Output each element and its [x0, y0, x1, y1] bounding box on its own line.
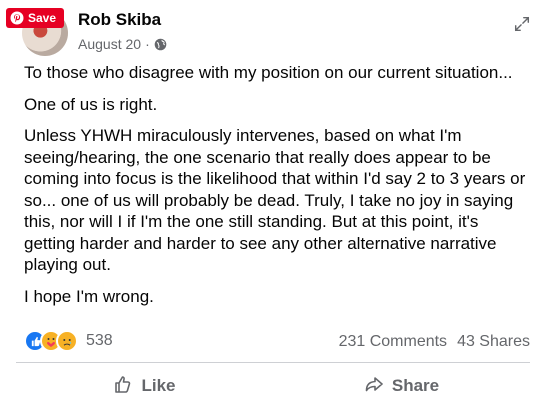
expand-icon[interactable] [512, 14, 532, 34]
like-button[interactable]: Like [16, 366, 273, 406]
sad-icon [56, 330, 78, 352]
post-paragraph: I hope I'm wrong. [24, 286, 154, 306]
post-paragraph: To those who disagree with my position o… [24, 63, 513, 82]
post-stats: 231 Comments 43 Shares [339, 333, 530, 351]
reactions-summary[interactable]: 538 [24, 330, 113, 352]
comments-count-link[interactable]: 231 Comments [339, 333, 448, 351]
post-paragraph: One of us is right. [24, 94, 158, 114]
thumbs-up-icon [113, 374, 133, 399]
pinterest-save-button[interactable]: Save [6, 8, 65, 28]
post-meta: August 20 · [78, 36, 167, 52]
meta-separator: · [145, 36, 150, 52]
divider [16, 362, 530, 363]
save-label: Save [28, 11, 57, 25]
author-name[interactable]: Rob Skiba [78, 10, 161, 30]
pinterest-icon [10, 11, 24, 25]
post-paragraph: Unless YHWH miraculously intervenes, bas… [24, 126, 526, 274]
reaction-count: 538 [86, 332, 113, 349]
post-actions: Like Share [16, 366, 530, 406]
post-date[interactable]: August 20 [78, 36, 141, 52]
post-text: To those who disagree with my position o… [24, 62, 534, 317]
share-label: Share [391, 376, 440, 395]
share-arrow-icon [364, 374, 384, 399]
shares-count-link[interactable]: 43 Shares [457, 333, 530, 351]
like-label: Like [141, 376, 176, 395]
globe-icon [154, 38, 167, 51]
share-button[interactable]: Share [273, 366, 530, 406]
